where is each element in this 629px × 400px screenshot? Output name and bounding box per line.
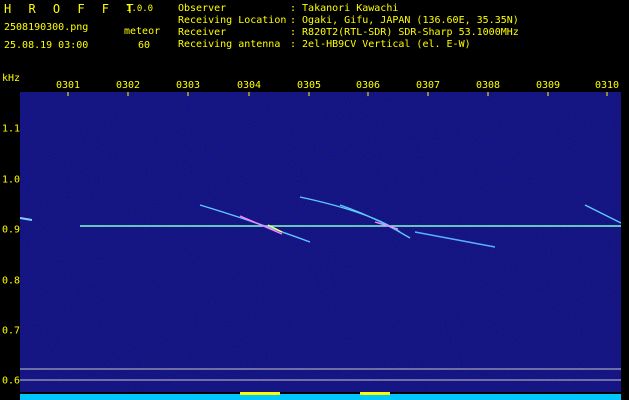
hour-label: 0306 [355, 80, 381, 91]
app-version: 1.0.0 [126, 4, 154, 14]
hour-label: 0305 [296, 80, 322, 91]
spectrum-fill [20, 394, 621, 400]
hour-label: 0303 [175, 80, 201, 91]
hour-label: 0309 [535, 80, 561, 91]
meteor-count: 60 [138, 40, 151, 51]
hour-label: 0310 [594, 80, 620, 91]
info-receiver: Receiver: R820T2(RTL-SDR) SDR-Sharp 53.1… [178, 27, 519, 38]
spectrogram [20, 92, 621, 392]
hour-label: 0304 [236, 80, 262, 91]
station-info: Observer: Takanori Kawachi Receiving Loc… [178, 3, 519, 51]
freq-label: 0.8 [2, 275, 21, 287]
hour-label: 0307 [415, 80, 441, 91]
info-location: Receiving Location: Ogaki, Gifu, JAPAN (… [178, 15, 519, 26]
header-panel: H R O F F T 1.0.0 2508190300.png meteor … [0, 0, 629, 66]
freq-label: 1.1 [2, 123, 21, 135]
app-name: H R O F F T [4, 2, 139, 16]
freq-label: 0.7 [2, 325, 21, 337]
info-antenna: Receiving antenna: 2el-HB9CV Vertical (e… [178, 39, 471, 50]
unit-label: kHz [2, 73, 21, 84]
file-name: 2508190300.png [4, 22, 89, 33]
date-time: 25.08.19 03:00 [4, 40, 89, 51]
spectrum-peak [360, 392, 390, 395]
hour-label: 0308 [475, 80, 501, 91]
hour-label: 0302 [115, 80, 141, 91]
info-observer: Observer: Takanori Kawachi [178, 3, 399, 14]
noise-texture [20, 92, 621, 392]
hour-label: 0301 [55, 80, 81, 91]
freq-label: 0.6 [2, 375, 21, 387]
power-strip [0, 392, 629, 400]
spectrum-peak [240, 392, 280, 395]
meteor-label: meteor [124, 26, 161, 37]
freq-label: 1.0 [2, 174, 21, 186]
freq-label: 0.9 [2, 224, 21, 236]
